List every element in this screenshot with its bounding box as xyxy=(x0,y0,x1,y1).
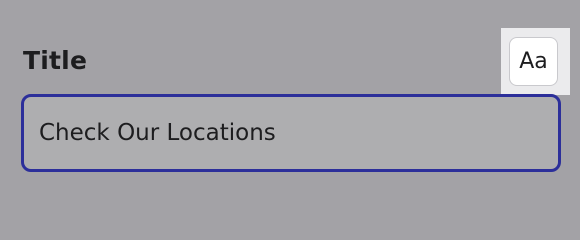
text-format-icon[interactable]: Aa xyxy=(509,37,558,86)
font-style-button-container: Aa xyxy=(501,28,570,95)
title-input[interactable]: Check Our Locations xyxy=(21,94,561,172)
title-field-label: Title xyxy=(23,46,88,75)
